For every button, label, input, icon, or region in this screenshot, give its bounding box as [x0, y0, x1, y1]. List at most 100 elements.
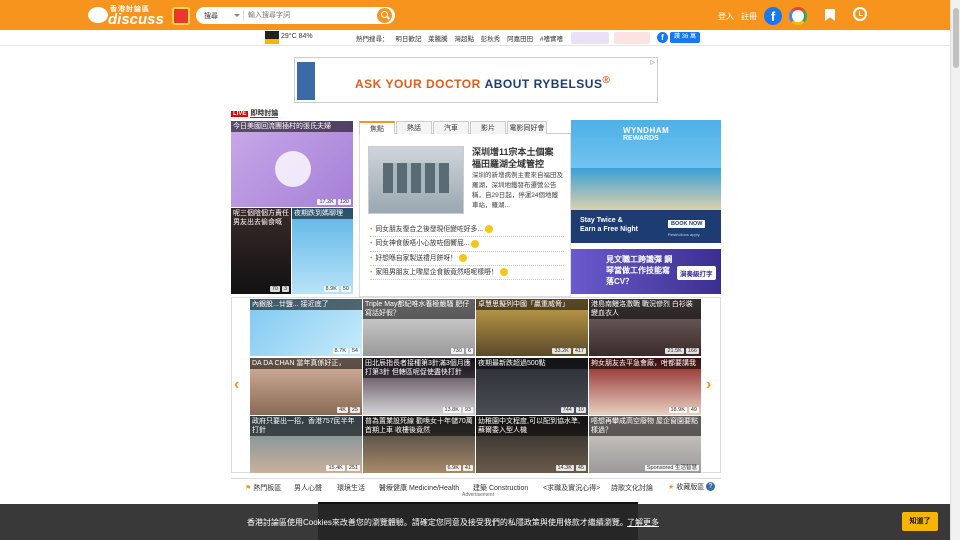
comment-count: 41 — [462, 465, 473, 471]
hot-search-item[interactable]: 灣超點 — [454, 36, 474, 43]
tile-caption: 卓慧思擬列中國「贏重威脅」 — [476, 299, 588, 310]
search-scope-select[interactable]: 搜尋 — [204, 11, 218, 21]
topic-tile[interactable]: 夜期最新跌超過500點 744 10 — [476, 358, 588, 415]
view-count: 6.9K — [445, 465, 461, 471]
tile-stats: 8.7K 54 — [331, 348, 360, 354]
tile-stats: 21.5K 166 — [663, 348, 699, 354]
view-count: 744 — [560, 407, 574, 413]
tile-caption: 唔想再攀成高空廢物 屋企窗園要點樣過？ — [589, 416, 701, 436]
site-logo[interactable]: 香港討論區 discuss — [88, 4, 192, 28]
login-link[interactable]: 登入 — [718, 11, 734, 22]
live-tile-featured[interactable]: 今日美國回流團插村的張氏夫婦 17.2K 120 — [231, 121, 353, 207]
list-item[interactable]: 家阻男朋友上嚟屋企食飯竟然唔呢樣嘢！ — [370, 266, 564, 281]
logo-bubble-icon — [88, 7, 108, 23]
topic-tile[interactable]: 唔想再攀成高空廢物 屋企窗園要點樣過？ Sponsored 生活智慧 — [589, 416, 701, 473]
hot-search-item[interactable]: 彭秋秀 — [481, 36, 501, 43]
comment-count: 25 — [349, 407, 360, 413]
history-clock-icon[interactable] — [853, 7, 867, 21]
nav-item[interactable]: 熱門板區 — [245, 483, 281, 493]
tile-caption: 普為置業設死線 勸喚女十年儲70萬首期上車 收樓後竟然 — [363, 416, 475, 436]
live-tile[interactable]: 呢三個陰個方責任男友出去偷食嘅 70 3 — [231, 208, 291, 294]
banner-advertisement[interactable]: ASK YOUR DOCTOR ABOUT RYBELSUS® ▷ — [294, 57, 658, 103]
featured-image[interactable] — [368, 146, 464, 214]
featured-headline[interactable]: 深圳增11宗本土個案 福田羅湖全域管控 — [472, 146, 564, 170]
tile-caption: 夠女朋友去平急會廠，咁都要講我 — [589, 358, 701, 369]
page-scrollbar[interactable] — [950, 0, 960, 540]
help-icon[interactable]: ? — [706, 482, 715, 491]
comment-count: 54 — [349, 348, 360, 354]
carousel-next-icon[interactable]: › — [706, 376, 711, 394]
cookie-message: 香港討論區使用Cookies來改善您的瀏覽體驗。請確定您同意及接受我們的私隱政策… — [247, 518, 628, 527]
topic-tile[interactable]: Triple May都紀唯水養極嚴騷 肥仔寫話好假？ 730 6 — [363, 299, 475, 356]
comment-count: 6 — [465, 348, 473, 354]
section-title[interactable]: 即時討論 — [250, 110, 279, 118]
adchoices-icon[interactable]: ▷ — [650, 59, 655, 66]
comment-count: 45 — [575, 465, 586, 471]
promo-badge-2[interactable] — [614, 32, 650, 44]
tile-stats: 8.9K 50 — [322, 286, 351, 292]
tile-stats: 6.9K 41 — [444, 465, 473, 471]
topic-tile[interactable]: 港島南鰻洛激戰 戰況慘烈 白衫裝變血衣人 21.5K 166 — [589, 299, 701, 356]
ad-offer-text: Stay Twice & Earn a Free Night — [580, 217, 638, 233]
list-item[interactable]: 同女神食飯唔小心放咗個響屁... — [370, 237, 564, 252]
comment-count: 10 — [575, 407, 586, 413]
search-input[interactable] — [248, 9, 368, 22]
topic-tile[interactable]: 政府只要出一招，香港757民半年打針 15.4K 251 — [250, 416, 362, 473]
tile-caption: DA DA CHAN 當年真係好正， — [250, 358, 362, 369]
tile-stats: 744 10 — [559, 407, 586, 413]
topic-tile[interactable]: 田北辰指長者接種第3針滿3個月應打第3針 但轄區呢促使盡快打針 13.8K 93 — [363, 358, 475, 415]
live-tile[interactable]: 夜期跌到媽聊理 8.9K 50 — [292, 208, 353, 294]
chevron-right-icon[interactable]: › — [553, 33, 556, 42]
tab-movies[interactable]: 電影同好會 — [507, 121, 547, 134]
accept-cookie-button[interactable]: 知道了 — [902, 512, 938, 531]
register-link[interactable]: 註冊 — [741, 11, 757, 22]
view-count: 8.7K — [332, 348, 348, 354]
topic-tile[interactable]: 普為置業設死線 勸喚女十年儲70萬首期上車 收樓後竟然 6.9K 41 — [363, 416, 475, 473]
google-login-icon[interactable] — [789, 7, 807, 25]
topic-tile[interactable]: 幼稚園中文程度,可以配到協水準,蘇爾委入型人機 14.3K 45 — [476, 416, 588, 473]
gift-bag-icon[interactable] — [172, 7, 190, 25]
view-count: 15.4K — [326, 465, 345, 471]
hot-search-item[interactable]: 明日歡記 — [395, 36, 421, 43]
tile-stats: 70 3 — [268, 286, 289, 292]
tile-stats: 730 6 — [449, 348, 473, 354]
weather-readout: 29°C 84% — [281, 33, 313, 40]
weather-icon — [265, 31, 279, 44]
topic-tile[interactable]: 卓慧思擬列中國「贏重威脅」 33.2K 417 — [476, 299, 588, 356]
topic-tile[interactable]: 內銀股...廿鹽... 接近底了 8.7K 54 — [250, 299, 362, 356]
ad-restriction: Restrictions apply. — [668, 232, 701, 237]
tab-hot[interactable]: 熱話 — [396, 121, 432, 134]
facebook-login-icon[interactable]: f — [764, 7, 782, 25]
facebook-icon[interactable]: f — [657, 32, 668, 43]
tile-caption: 夜期跌到媽聊理 — [292, 208, 353, 219]
hot-search-list: 熱門搜尋： 明日歡記 萊騰騰 灣超點 彭秋秀 阿嘉田田 #嗜實嗜 — [356, 33, 568, 43]
topic-tile[interactable]: DA DA CHAN 當年真係好正， 4K 25 — [250, 358, 362, 415]
carousel-prev-icon[interactable]: ‹ — [234, 376, 239, 394]
bookmark-forums-link[interactable]: 收藏版區 — [668, 482, 704, 492]
hot-search-item[interactable]: 萊騰騰 — [428, 36, 448, 43]
book-now-button[interactable]: BOOK NOW — [668, 220, 706, 228]
comment-count: 120 — [337, 199, 351, 205]
tab-focus[interactable]: 焦點 — [359, 121, 395, 134]
hot-search-item[interactable]: 阿嘉田田 — [507, 36, 533, 43]
bookmark-icon[interactable] — [825, 9, 835, 21]
hotel-advertisement[interactable]: WYNDHAM REWARDS Stay Twice & Earn a Free … — [571, 120, 721, 243]
facebook-like-button[interactable]: 讚 36 萬 — [670, 32, 701, 43]
search-icon[interactable] — [377, 8, 392, 23]
learn-more-link[interactable]: 了解更多 — [627, 517, 659, 528]
list-item[interactable]: 好想喺自家製送禮月餅呀！ — [370, 252, 564, 266]
promo-badge-1[interactable] — [571, 32, 609, 44]
tab-cars[interactable]: 汽車 — [433, 121, 469, 134]
tab-video[interactable]: 影片 — [470, 121, 506, 134]
view-count: 13.8K — [442, 407, 461, 413]
tile-stats: 33.2K 417 — [550, 348, 586, 354]
job-ad-button[interactable]: 演奏級打字 — [677, 266, 716, 280]
scrollbar-thumb[interactable] — [953, 8, 959, 68]
featured-summary: 深圳的新增病例主要來自福田及羅湖，深圳地鐵發布遷營公告稱，自29日起，停運24個… — [472, 172, 563, 209]
list-item[interactable]: 同女朋友復合之後發現佢變咗好多... — [370, 223, 564, 238]
chevron-down-icon[interactable] — [234, 14, 240, 17]
topic-tile[interactable]: 夠女朋友去平急會廠，咁都要講我 18.9K 49 — [589, 358, 701, 415]
tile-stats: 18.9K 49 — [667, 407, 699, 413]
hot-search-item[interactable]: #嗜實嗜 — [540, 36, 563, 43]
job-advertisement[interactable]: 見文職工跨識彈 鋼琴當做工作技能寫落CV？ 演奏級打字 — [571, 249, 721, 294]
